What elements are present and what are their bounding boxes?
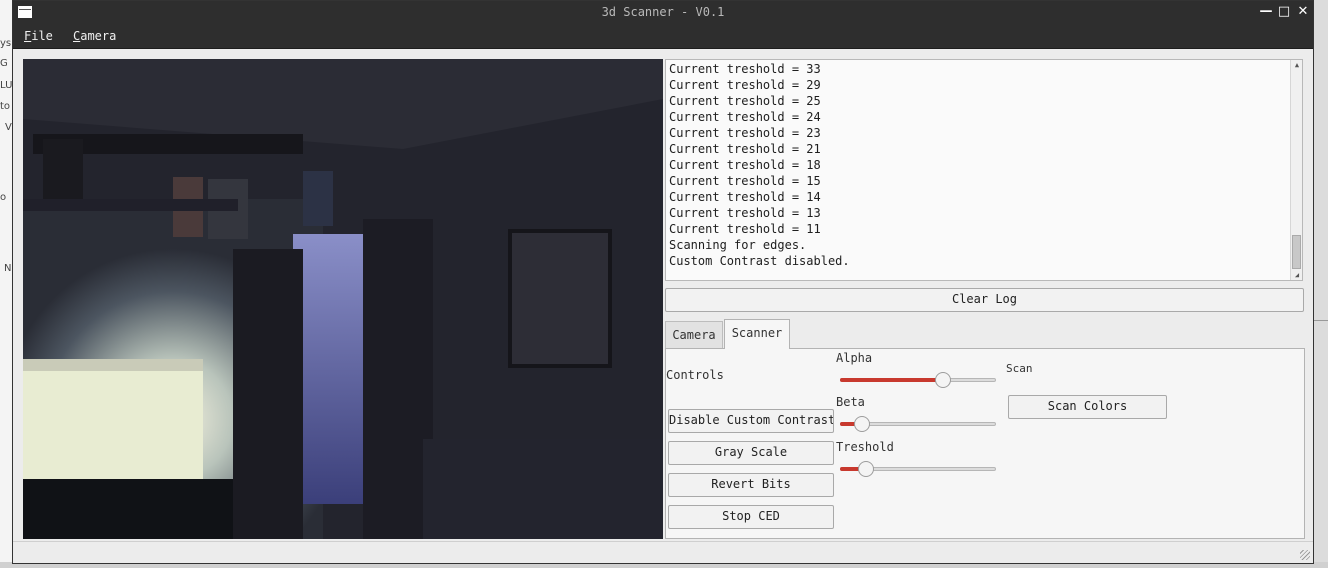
- desktop-text: G: [0, 58, 8, 69]
- desktop-text: to: [0, 101, 11, 112]
- camera-feed: [23, 59, 663, 539]
- tab-camera[interactable]: Camera: [665, 321, 723, 349]
- desktop-text: N: [4, 263, 12, 274]
- menu-camera-label: amera: [80, 29, 117, 43]
- log-line: Current treshold = 18: [669, 158, 821, 172]
- log-line: Current treshold = 11: [669, 222, 821, 236]
- tab-scanner[interactable]: Scanner: [724, 319, 790, 349]
- treshold-slider[interactable]: [840, 461, 996, 477]
- treshold-label: Treshold: [836, 440, 894, 454]
- log-line: Current treshold = 24: [669, 110, 821, 124]
- close-icon[interactable]: ✕: [1296, 4, 1310, 20]
- title-bar[interactable]: 3d Scanner - V0.1 — □ ✕: [13, 1, 1313, 25]
- gray-scale-button[interactable]: Gray Scale: [668, 441, 834, 465]
- alpha-slider[interactable]: [840, 372, 996, 388]
- alpha-label: Alpha: [836, 351, 873, 365]
- log-output[interactable]: Current treshold = 33 Current treshold = …: [665, 59, 1303, 281]
- maximize-icon[interactable]: □: [1277, 4, 1291, 20]
- desktop-text: LU: [0, 80, 13, 91]
- desktop-text: o: [0, 192, 7, 203]
- slider-handle[interactable]: [935, 372, 951, 388]
- menu-camera[interactable]: Camera: [73, 29, 116, 43]
- menu-bar: File Camera: [13, 25, 1313, 49]
- desktop-divider: [1312, 320, 1328, 321]
- scan-colors-button[interactable]: Scan Colors: [1008, 395, 1167, 419]
- status-bar: [13, 541, 1313, 563]
- desktop-background-right: [1312, 0, 1328, 568]
- slider-handle[interactable]: [854, 416, 870, 432]
- camera-image: [23, 59, 663, 539]
- log-scrollbar[interactable]: ▲ ◢: [1290, 60, 1302, 280]
- revert-bits-button[interactable]: Revert Bits: [668, 473, 834, 497]
- log-line: Current treshold = 25: [669, 94, 821, 108]
- beta-label: Beta: [836, 395, 865, 409]
- log-lines: Current treshold = 33 Current treshold = …: [669, 61, 850, 269]
- log-line: Scanning for edges.: [669, 238, 807, 252]
- desktop-text: ys: [0, 38, 12, 49]
- log-line: Current treshold = 13: [669, 206, 821, 220]
- log-line: Current treshold = 29: [669, 78, 821, 92]
- scanner-panel: Controls Disable Custom Contrast Gray Sc…: [665, 348, 1305, 539]
- log-line: Current treshold = 15: [669, 174, 821, 188]
- log-line: Current treshold = 21: [669, 142, 821, 156]
- log-line: Current treshold = 14: [669, 190, 821, 204]
- minimize-icon[interactable]: —: [1259, 4, 1273, 20]
- beta-slider[interactable]: [840, 416, 996, 432]
- disable-custom-contrast-button[interactable]: Disable Custom Contrast: [668, 409, 834, 433]
- resize-grip-icon[interactable]: ◢: [1293, 271, 1301, 279]
- menu-file[interactable]: File: [24, 29, 53, 43]
- scroll-up-arrow-icon[interactable]: ▲: [1293, 61, 1301, 69]
- slider-fill: [840, 378, 943, 382]
- log-line: Current treshold = 23: [669, 126, 821, 140]
- controls-label: Controls: [666, 368, 724, 382]
- log-line: Custom Contrast disabled.: [669, 254, 850, 268]
- size-grip-icon[interactable]: [1300, 550, 1310, 560]
- scrollbar-thumb[interactable]: [1292, 235, 1301, 269]
- log-line: Current treshold = 33: [669, 62, 821, 76]
- desktop-text: V: [5, 122, 12, 133]
- slider-handle[interactable]: [858, 461, 874, 477]
- window-title: 3d Scanner - V0.1: [601, 5, 725, 19]
- clear-log-button[interactable]: Clear Log: [665, 288, 1304, 312]
- menu-file-label: ile: [31, 29, 53, 43]
- scanner-window: 3d Scanner - V0.1 — □ ✕ File Camera Curr…: [12, 0, 1314, 564]
- scan-label: Scan: [1006, 362, 1033, 375]
- stop-ced-button[interactable]: Stop CED: [668, 505, 834, 529]
